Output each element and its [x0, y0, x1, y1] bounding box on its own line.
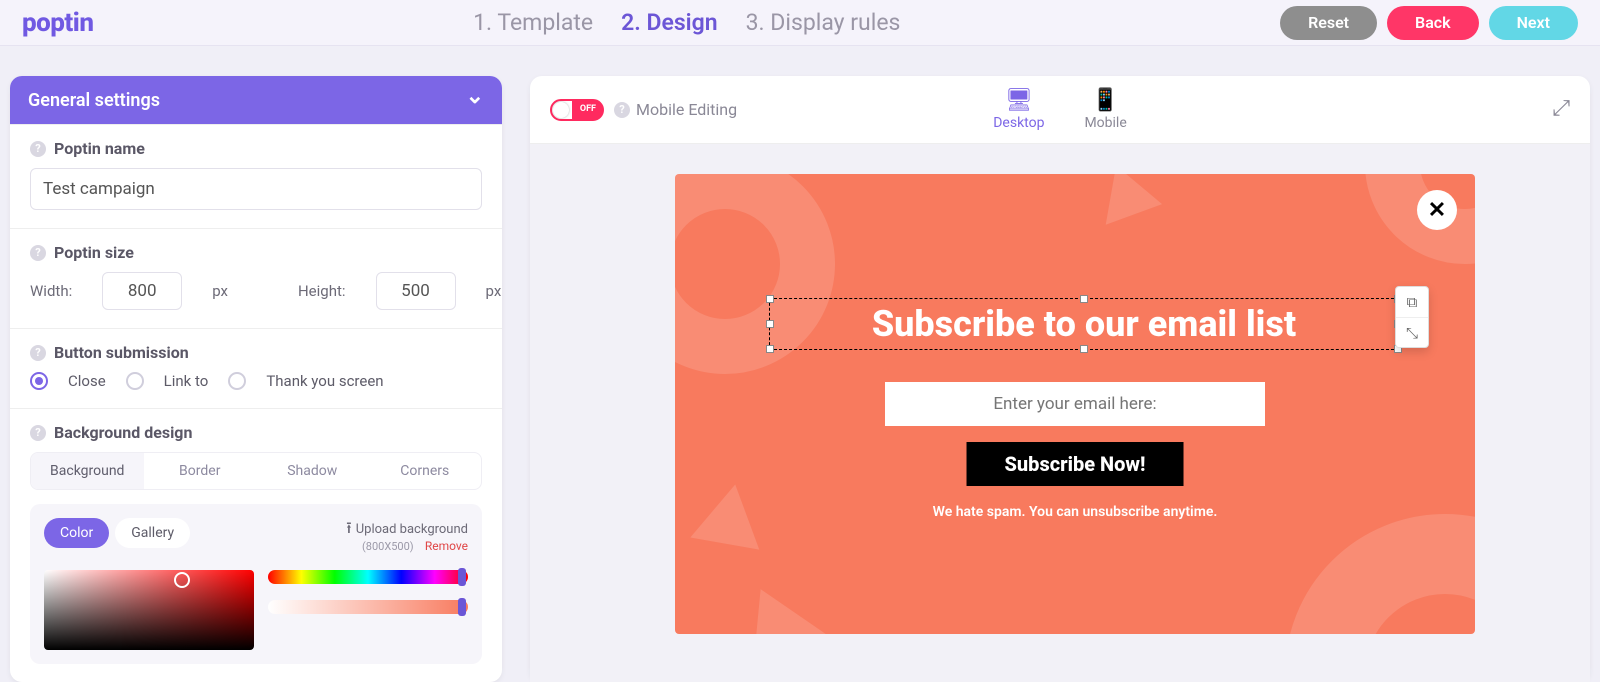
- size-label: Poptin size: [54, 243, 134, 262]
- height-label: Height:: [298, 282, 346, 300]
- resize-handle[interactable]: [766, 295, 774, 303]
- tab-shadow[interactable]: Shadow: [256, 453, 369, 489]
- help-icon[interactable]: ?: [30, 141, 46, 157]
- seg-color[interactable]: Color: [44, 518, 109, 548]
- upload-background[interactable]: ⭱ Upload background (800X500) Remove: [346, 518, 468, 556]
- radio-linkto-label: Link to: [164, 372, 209, 390]
- canvas-toolbar: OFF ? Mobile Editing 🖥Desktop 📱Mobile ⤢: [530, 76, 1590, 144]
- step-template[interactable]: 1. Template: [473, 9, 593, 36]
- px-label: px: [212, 282, 228, 300]
- step-display-rules[interactable]: 3. Display rules: [746, 9, 901, 36]
- resize-handle[interactable]: [1080, 345, 1088, 353]
- name-label: Poptin name: [54, 139, 145, 158]
- top-bar: poptin 1. Template 2. Design 3. Display …: [0, 0, 1600, 46]
- wizard-steps: 1. Template 2. Design 3. Display rules: [113, 9, 1260, 36]
- width-label: Width:: [30, 282, 72, 300]
- hue-slider[interactable]: [268, 570, 468, 584]
- mobile-icon: 📱: [1084, 88, 1126, 113]
- bg-options: Color Gallery ⭱ Upload background (800X50…: [30, 504, 482, 664]
- popup-close-button[interactable]: ✕: [1417, 190, 1457, 230]
- tab-background[interactable]: Background: [31, 453, 144, 489]
- toggle-off-label: OFF: [580, 104, 596, 114]
- reset-button[interactable]: Reset: [1280, 6, 1377, 40]
- panel-header-general[interactable]: General settings: [10, 76, 502, 124]
- resize-handle[interactable]: [1080, 295, 1088, 303]
- decor-shape: [1285, 514, 1475, 634]
- section-poptin-size: ? Poptin size Width: px Height: px: [10, 228, 502, 328]
- section-button-submission: ? Button submission Close Link to Thank y…: [10, 328, 502, 408]
- alpha-slider[interactable]: [268, 600, 468, 614]
- bg-tabs: Background Border Shadow Corners: [30, 452, 482, 490]
- stage: ✕ Subscribe to our email list ⧉ ⤡: [530, 144, 1590, 682]
- decor-shape: [724, 572, 825, 634]
- next-button[interactable]: Next: [1489, 6, 1578, 40]
- settings-panel: General settings ? Poptin name ? Poptin si…: [10, 76, 502, 682]
- help-icon[interactable]: ?: [30, 425, 46, 441]
- tab-border[interactable]: Border: [144, 453, 257, 489]
- section-background-design: ? Background design Background Border Sha…: [10, 408, 502, 682]
- desktop-icon: 🖥: [993, 88, 1044, 113]
- px-label: px: [486, 282, 502, 300]
- mobile-editing-toggle[interactable]: OFF: [550, 99, 604, 121]
- header-buttons: Reset Back Next: [1280, 6, 1578, 40]
- headline-selected[interactable]: Subscribe to our email list: [769, 298, 1399, 350]
- radio-thankyou-label: Thank you screen: [266, 372, 383, 390]
- device-mobile[interactable]: 📱Mobile: [1084, 88, 1126, 131]
- submission-label: Button submission: [54, 343, 189, 362]
- remove-bg[interactable]: Remove: [425, 539, 468, 553]
- element-tools: ⧉ ⤡: [1395, 286, 1429, 348]
- spam-note: We hate spam. You can unsubscribe anytim…: [675, 504, 1475, 520]
- device-desktop[interactable]: 🖥Desktop: [993, 88, 1044, 131]
- resize-handle[interactable]: [766, 320, 774, 328]
- radio-close[interactable]: [30, 372, 48, 390]
- canvas-pane: OFF ? Mobile Editing 🖥Desktop 📱Mobile ⤢ …: [530, 76, 1590, 682]
- step-design[interactable]: 2. Design: [621, 9, 717, 36]
- radio-close-label: Close: [68, 372, 106, 390]
- bg-design-label: Background design: [54, 423, 192, 442]
- expand-element-icon[interactable]: ⤡: [1396, 317, 1428, 347]
- section-poptin-name: ? Poptin name: [10, 124, 502, 228]
- headline-text[interactable]: Subscribe to our email list: [780, 303, 1388, 345]
- color-saturation[interactable]: [44, 570, 254, 650]
- help-icon[interactable]: ?: [30, 245, 46, 261]
- radio-thankyou[interactable]: [228, 372, 246, 390]
- upload-icon: ⭱: [346, 518, 352, 537]
- duplicate-icon[interactable]: ⧉: [1396, 287, 1428, 317]
- tab-corners[interactable]: Corners: [369, 453, 482, 489]
- mobile-editing-label: Mobile Editing: [636, 100, 737, 119]
- email-input[interactable]: [885, 382, 1265, 426]
- height-input[interactable]: [376, 272, 456, 310]
- width-input[interactable]: [102, 272, 182, 310]
- back-button[interactable]: Back: [1387, 6, 1479, 40]
- fullscreen-icon[interactable]: ⤢: [1552, 96, 1570, 121]
- poptin-name-input[interactable]: [30, 168, 482, 210]
- subscribe-button[interactable]: Subscribe Now!: [967, 442, 1184, 486]
- radio-linkto[interactable]: [126, 372, 144, 390]
- help-icon[interactable]: ?: [614, 102, 630, 118]
- resize-handle[interactable]: [766, 345, 774, 353]
- upload-label: Upload background: [356, 522, 468, 537]
- brand-logo: poptin: [22, 8, 93, 38]
- upload-dim: (800X500): [362, 540, 414, 553]
- seg-gallery[interactable]: Gallery: [115, 518, 190, 548]
- help-icon[interactable]: ?: [30, 345, 46, 361]
- popup-preview[interactable]: ✕ Subscribe to our email list ⧉ ⤡: [675, 174, 1475, 634]
- decor-shape: [1088, 174, 1162, 225]
